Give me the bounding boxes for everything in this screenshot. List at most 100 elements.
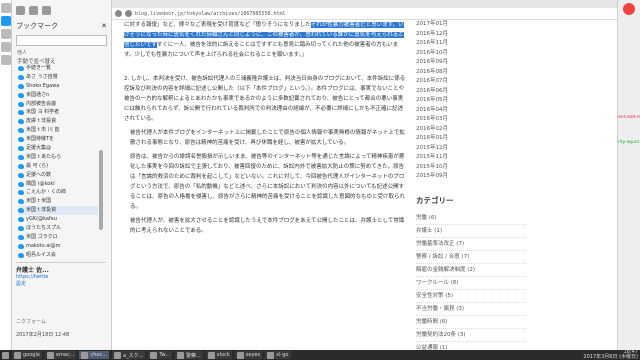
- scrollbar[interactable]: [99, 150, 103, 230]
- close-icon[interactable]: ✕: [101, 20, 107, 33]
- settings-link[interactable]: 設定: [16, 280, 106, 287]
- archive-link[interactable]: 2016年06月: [416, 87, 526, 97]
- browser-window: blog.livedoor.jp/tokyolaw/archives/10670…: [112, 0, 617, 355]
- archive-link[interactable]: 2016年05月: [416, 96, 526, 106]
- archive-link[interactable]: 2016年03月: [416, 115, 526, 125]
- bookmark-item[interactable]: 隣国 (@kokl: [18, 180, 98, 189]
- bookmark-item[interactable]: こえんか・くの郎: [18, 188, 98, 197]
- taskbar-label: Tw...: [159, 352, 170, 358]
- archive-link[interactable]: 2015年12月: [416, 144, 526, 154]
- category-link[interactable]: 労働時間 (6): [416, 316, 526, 329]
- app-icon: [14, 351, 21, 359]
- archive-link[interactable]: 2016年01月: [416, 134, 526, 144]
- archive-list: 2017年01月 2016年12月 2016年11月 2016年10月 2016年09月…: [416, 20, 526, 182]
- taskbar-item[interactable]: xlock: [205, 351, 232, 359]
- bookmark-item[interactable]: 手続き一覧: [18, 64, 98, 73]
- menu-icon[interactable]: [2, 351, 9, 359]
- taskbar-label: seyes: [245, 352, 261, 358]
- home-icon[interactable]: [42, 5, 51, 15]
- category-link[interactable]: 解雇の金銭解決制度 (2): [416, 264, 526, 277]
- archive-link[interactable]: 2017年01月: [416, 20, 526, 30]
- bookmark-item[interactable]: yGK(@kafeu: [18, 215, 98, 224]
- category-link[interactable]: 労働基準法改正 (7): [416, 238, 526, 251]
- bookmark-item[interactable]: Shoko Egawa: [18, 82, 98, 91]
- bookmark-item[interactable]: 米国通さn: [18, 91, 98, 100]
- bookmark-item[interactable]: 米国 ゴラクロ: [18, 233, 98, 242]
- bookmark-label: makoto.ai@m: [26, 242, 61, 249]
- taskbar-item[interactable]: google: [12, 351, 42, 359]
- back-icon[interactable]: [16, 5, 25, 15]
- bookmark-item[interactable]: 米国 t あたもら: [18, 153, 98, 162]
- bookmark-item[interactable]: 昭島ルイス会: [18, 251, 98, 260]
- bookmark-item[interactable]: 米国 t 米国: [18, 197, 98, 206]
- archive-link[interactable]: 2016年07月: [416, 77, 526, 87]
- tab-bar: [112, 0, 617, 8]
- clock: 18:47 2017年3月6日 (木曜日): [583, 350, 638, 360]
- archive-link[interactable]: 2016年12月: [416, 30, 526, 40]
- bookmark-label: 足援大集@: [26, 145, 52, 152]
- search-input[interactable]: [16, 35, 107, 46]
- archive-link[interactable]: 2016年04月: [416, 106, 526, 116]
- category-link[interactable]: 安全性対策 (5): [416, 290, 526, 303]
- archive-sidebar: 2017年01月 2016年12月 2016年11月 2016年10月 2016年09月…: [416, 20, 526, 355]
- url-field[interactable]: blog.livedoor.jp/tokyolaw/archives/10670…: [135, 11, 286, 17]
- app-icon: [113, 351, 121, 359]
- bookmark-item[interactable]: 最 可 (ら): [18, 162, 98, 171]
- category-link[interactable]: 警察 / 訴訟 / 合意 (7): [416, 251, 526, 264]
- address-bar: blog.livedoor.jp/tokyolaw/archives/10670…: [112, 8, 617, 20]
- bookmark-item[interactable]: 足援への数: [18, 171, 98, 180]
- bookmark-item[interactable]: あさ うさ自慢: [18, 73, 98, 82]
- taskbar-item[interactable]: 警察...: [174, 351, 203, 359]
- taskbar: google emac... choc... a_スク... Tw... 警察... xlo…: [0, 350, 640, 360]
- bookmark-item[interactable]: ほうたちスプル: [18, 224, 98, 233]
- app-icon: [236, 351, 244, 359]
- twitter-icon: [18, 154, 24, 160]
- bookmark-item[interactable]: 米国 ヨ 科学者: [18, 108, 98, 117]
- app-icon[interactable]: [1, 29, 11, 39]
- archive-link[interactable]: 2016年10月: [416, 49, 526, 59]
- panel-title: ブックマーク ✕: [12, 20, 111, 33]
- forward-icon[interactable]: [29, 5, 38, 15]
- archive-link[interactable]: 2016年11月: [416, 39, 526, 49]
- back-icon[interactable]: [115, 10, 122, 17]
- taskbar-label: xlock: [216, 352, 230, 358]
- taskbar-label: a_スク...: [122, 352, 144, 359]
- bookmark-item[interactable]: 米国待機Tを: [18, 135, 98, 144]
- taskbar-item[interactable]: seyes: [234, 351, 263, 359]
- taskbar-item[interactable]: a_スク...: [111, 351, 146, 359]
- bookmark-item[interactable]: 米国 t 非投資: [18, 206, 98, 216]
- app-icon[interactable]: [1, 42, 11, 52]
- archive-link[interactable]: 2016年08月: [416, 68, 526, 78]
- archive-link[interactable]: 2016年09月: [416, 58, 526, 68]
- category-list: 労働 (6) 弁護士 (1) 労働基準法改正 (7) 警察 / 訴訟 / 合意 (7)…: [416, 212, 526, 355]
- taskbar-item[interactable]: emac...: [44, 351, 77, 359]
- category-link[interactable]: 不当労働・偏見 (3): [416, 303, 526, 316]
- bookmark-label: 米国通さn: [26, 91, 50, 98]
- category-link[interactable]: 労働 (6): [416, 212, 526, 225]
- archive-link[interactable]: 2016年02月: [416, 125, 526, 135]
- taskbar-item[interactable]: xl-go: [265, 351, 291, 359]
- bookmark-item[interactable]: makoto.ai@m: [18, 242, 98, 251]
- twitter-icon: [18, 225, 24, 231]
- paragraph-4: 原告は、被告からの誹謗名誉毀損が示しいまま、被告等のインターネット等を通じた言論…: [130, 154, 406, 210]
- close-icon[interactable]: [623, 3, 635, 15]
- bookmark-item[interactable]: 足援大集@: [18, 144, 98, 153]
- archive-link[interactable]: 2015年11月: [416, 153, 526, 163]
- twitter-icon: [18, 137, 24, 143]
- bookmark-item[interactable]: 米国 t 市 川 首: [18, 126, 98, 135]
- twitter-icon[interactable]: [1, 16, 11, 26]
- taskbar-label: xl-go: [276, 352, 289, 358]
- reload-icon[interactable]: [125, 10, 132, 17]
- archive-link[interactable]: 2015年09月: [416, 172, 526, 182]
- archive-link[interactable]: 2015年10月: [416, 163, 526, 173]
- taskbar-item[interactable]: choc...: [79, 351, 109, 359]
- bookmark-item[interactable]: 皮膚 t 非投資: [18, 117, 98, 126]
- taskbar-item[interactable]: Tw...: [148, 351, 172, 359]
- category-link[interactable]: 弁護士 (1): [416, 225, 526, 238]
- category-link[interactable]: ワークルール (8): [416, 277, 526, 290]
- app-icon[interactable]: [1, 3, 11, 13]
- app-icon[interactable]: [1, 55, 11, 65]
- bookmark-item[interactable]: 内部被告会議: [18, 100, 98, 109]
- category-link[interactable]: 労働契約法20条 (3): [416, 329, 526, 342]
- bookmark-label: 隣国 (@kokl: [26, 180, 55, 187]
